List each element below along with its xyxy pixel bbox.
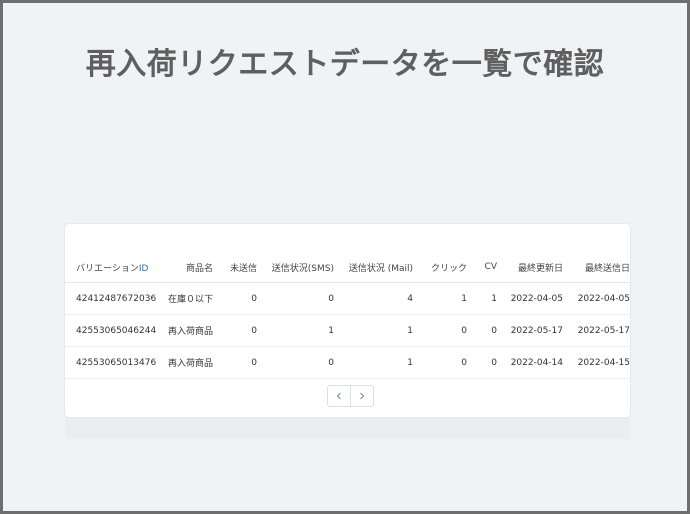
header-last-sent[interactable]: 最終送信日 — [563, 252, 630, 283]
cell-unsent: 0 — [213, 314, 257, 347]
cell-click: 1 — [413, 282, 467, 315]
cell-last-updated: 2022-05-17 — [497, 314, 563, 347]
header-unsent[interactable]: 未送信 — [213, 252, 257, 283]
cell-mail: 1 — [334, 346, 413, 379]
chevron-right-icon — [360, 392, 365, 400]
cell-variation-id: 42553065046244 — [65, 314, 157, 347]
table-row[interactable]: 42412487672036 在庫０以下 0 0 4 1 1 2022-04-0… — [65, 282, 630, 315]
restock-request-table-card: バリエーションID 商品名 未送信 送信状況(SMS) 送信状況 (Mail) … — [65, 224, 630, 417]
cell-product-name: 再入荷商品 — [157, 314, 213, 347]
header-mail-status[interactable]: 送信状況 (Mail) — [334, 252, 413, 283]
header-variation-id-suffix: ID — [138, 263, 149, 274]
cell-last-updated: 2022-04-05 — [497, 282, 563, 315]
page-title: 再入荷リクエストデータを一覧で確認 — [85, 47, 605, 82]
cell-click: 0 — [413, 314, 467, 347]
cell-mail: 1 — [334, 314, 413, 347]
cell-product-name: 在庫０以下 — [157, 282, 213, 315]
header-last-updated[interactable]: 最終更新日 — [497, 252, 563, 283]
card-footer-strip — [65, 417, 630, 439]
cell-variation-id: 42412487672036 — [65, 282, 157, 315]
cell-last-updated: 2022-04-14 — [497, 346, 563, 379]
cell-product-name: 再入荷商品 — [157, 346, 213, 379]
cell-cv: 1 — [467, 282, 497, 315]
cell-last-sent: 2022-04-15 — [563, 346, 630, 379]
header-sms-status[interactable]: 送信状況(SMS) — [257, 252, 334, 283]
screenshot-frame: 再入荷リクエストデータを一覧で確認 バリエーションID 商品名 未送信 送信状況… — [0, 0, 690, 514]
cell-unsent: 0 — [213, 282, 257, 315]
header-click[interactable]: クリック — [413, 252, 467, 283]
cell-cv: 0 — [467, 346, 497, 379]
pagination-prev-button[interactable] — [328, 386, 350, 406]
header-cv[interactable]: CV — [467, 252, 497, 283]
cell-cv: 0 — [467, 314, 497, 347]
table-row[interactable]: 42553065046244 再入荷商品 0 1 1 0 0 2022-05-1… — [65, 314, 630, 347]
cell-sms: 0 — [257, 282, 334, 315]
restock-request-table: バリエーションID 商品名 未送信 送信状況(SMS) 送信状況 (Mail) … — [65, 252, 630, 379]
header-variation-id[interactable]: バリエーションID — [65, 252, 157, 283]
header-product-name[interactable]: 商品名 — [157, 252, 213, 283]
cell-last-sent: 2022-05-17 — [563, 314, 630, 347]
table-header-row: バリエーションID 商品名 未送信 送信状況(SMS) 送信状況 (Mail) … — [65, 252, 630, 283]
cell-mail: 4 — [334, 282, 413, 315]
chevron-left-icon — [336, 392, 341, 400]
pagination — [327, 385, 374, 407]
cell-click: 0 — [413, 346, 467, 379]
cell-sms: 0 — [257, 346, 334, 379]
pagination-next-button[interactable] — [350, 386, 373, 406]
cell-sms: 1 — [257, 314, 334, 347]
cell-variation-id: 42553065013476 — [65, 346, 157, 379]
cell-last-sent: 2022-04-05 — [563, 282, 630, 315]
cell-unsent: 0 — [213, 346, 257, 379]
table-row[interactable]: 42553065013476 再入荷商品 0 0 1 0 0 2022-04-1… — [65, 346, 630, 379]
